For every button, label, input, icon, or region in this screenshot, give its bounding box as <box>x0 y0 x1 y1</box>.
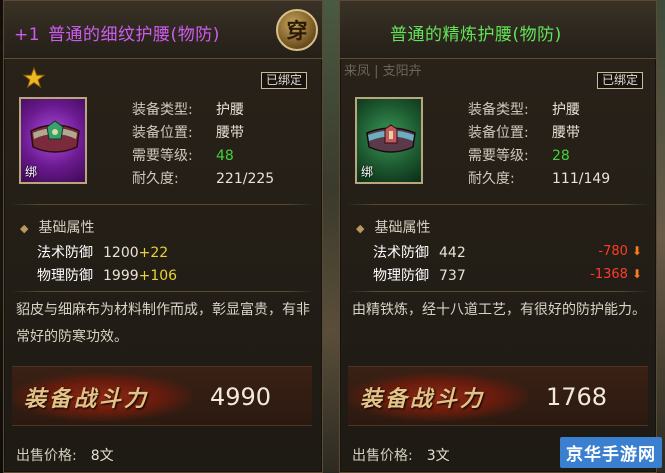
tooltip-title-bar: 普通的精炼护腰(物防) <box>340 1 656 59</box>
sell-price: 出售价格: 3文 <box>352 448 450 464</box>
background-scene-strip <box>322 0 340 473</box>
stat-magic-defense: 法术防御 1200+22 <box>37 245 169 261</box>
tooltip-title-bar: +1 普通的细纹护腰(物防) 穿 <box>4 1 322 59</box>
star-icon <box>23 67 45 89</box>
divider <box>346 204 650 205</box>
item-description: 貂皮与细麻布为材料制作而成，彰显富贵，有非常好的防寒功效。 <box>16 302 310 345</box>
diamond-icon: ◆ <box>356 222 365 235</box>
enhance-level: +1 <box>14 25 41 45</box>
item-name: 普通的精炼护腰(物防) <box>390 25 562 45</box>
item-attributes: 装备类型: 护腰 装备位置: 腰带 需要等级: 28 耐久度: 111/149 <box>468 99 610 191</box>
item-icon-slot[interactable]: 绑 <box>19 97 87 184</box>
waist-belt-icon <box>366 124 416 153</box>
base-stats: 法术防御 442 物理防御 737 <box>373 242 466 288</box>
tooltip-compare-scene: +1 普通的细纹护腰(物防) 穿 已绑定 绑 装备类型: 护腰 装备位置: 腰带 需要… <box>0 0 665 473</box>
combat-power-value: 4990 <box>210 383 272 411</box>
attr-row-type: 装备类型: 护腰 <box>468 102 580 118</box>
item-description: 由精铁炼，经十八道工艺，有很好的防护能力。 <box>352 302 646 318</box>
site-watermark: 京华手游网 <box>560 437 662 468</box>
attr-row-level: 需要等级: 28 <box>468 148 570 164</box>
attr-row-slot: 装备位置: 腰带 <box>132 125 244 141</box>
combat-power-box: 装备战斗力 4990 <box>12 366 312 426</box>
item-name: 普通的细纹护腰(物防) <box>48 25 220 45</box>
equipped-badge: 穿 <box>276 9 318 51</box>
item-title: +1 普通的细纹护腰(物防) <box>14 20 220 45</box>
divider <box>10 291 316 292</box>
equipped-item-tooltip: +1 普通的细纹护腰(物防) 穿 已绑定 绑 装备类型: 护腰 装备位置: 腰带 需要… <box>3 0 323 473</box>
combat-power-value: 1768 <box>546 383 608 411</box>
attr-row-durability: 耐久度: 111/149 <box>468 171 611 187</box>
attr-row-type: 装备类型: 护腰 <box>132 102 244 118</box>
diamond-icon: ◆ <box>20 222 29 235</box>
item-attributes: 装备类型: 护腰 装备位置: 腰带 需要等级: 48 耐久度: 221/225 <box>132 99 274 191</box>
attr-row-slot: 装备位置: 腰带 <box>468 125 580 141</box>
bind-mark: 绑 <box>25 165 38 179</box>
combat-power-label: 装备战斗力 <box>360 386 486 412</box>
sell-price: 出售价格: 8文 <box>16 448 114 464</box>
bind-mark: 绑 <box>361 165 374 179</box>
stat-physical-defense: 物理防御 737 <box>373 268 466 284</box>
combat-power-box: 装备战斗力 1768 <box>348 366 648 426</box>
divider <box>346 291 650 292</box>
base-attributes-heading: ◆ 基础属性 <box>20 220 95 236</box>
item-icon-slot[interactable]: 绑 <box>355 97 423 184</box>
waist-belt-icon <box>30 120 80 153</box>
bound-tag: 已绑定 <box>261 72 308 89</box>
attr-row-durability: 耐久度: 221/225 <box>132 171 275 187</box>
down-arrow-icon: ⬇ <box>631 267 642 281</box>
compared-item-tooltip: 普通的精炼护腰(物防) 来凤 | 支阳卉 已绑定 绑 装备类型: 护腰 装备位置:… <box>339 0 657 473</box>
attr-row-level: 需要等级: 48 <box>132 148 234 164</box>
base-stats: 法术防御 1200+22 物理防御 1999+106 <box>37 242 177 288</box>
divider <box>10 204 316 205</box>
bound-tag: 已绑定 <box>597 72 644 89</box>
stat-magic-defense: 法术防御 442 <box>373 245 466 261</box>
combat-power-label: 装备战斗力 <box>24 386 150 412</box>
down-arrow-icon: ⬇ <box>631 244 642 258</box>
stat-diff-magic: -780 ⬇ <box>598 244 642 259</box>
stat-physical-defense: 物理防御 1999+106 <box>37 268 178 284</box>
stat-diff-physical: -1368 ⬇ <box>590 267 642 282</box>
base-attributes-heading: ◆ 基础属性 <box>356 220 431 236</box>
